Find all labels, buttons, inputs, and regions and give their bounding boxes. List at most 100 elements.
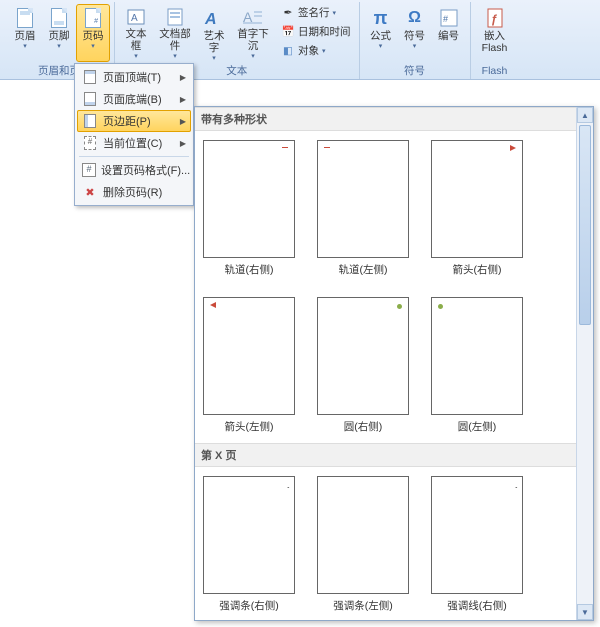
scroll-up-button[interactable]: ▲ xyxy=(577,107,593,123)
dropdown-arrow-icon: ▾ xyxy=(251,52,255,60)
menu-item-label: 删除页码(R) xyxy=(103,184,186,200)
dropcap-label: 首字下沉 xyxy=(233,28,273,52)
header-button[interactable]: 页眉 ▾ xyxy=(8,4,42,62)
menu-item-label: 页面顶端(T) xyxy=(103,69,173,85)
dropdown-arrow-icon: ▾ xyxy=(212,54,216,62)
menu-item-label: 当前位置(C) xyxy=(103,135,173,151)
gallery-caption: 强调线(右侧) xyxy=(447,598,507,613)
menu-item-side[interactable]: 页边距(P) ▶ xyxy=(77,110,191,132)
menu-item-label: 设置页码格式(F)... xyxy=(101,162,190,178)
dropdown-arrow-icon: ▾ xyxy=(413,42,417,50)
dropcap-button[interactable]: A 首字下沉 ▾ xyxy=(231,4,275,62)
gallery-thumb: ·· xyxy=(431,476,523,594)
gallery-item[interactable]: 箭头(右侧) xyxy=(429,137,525,280)
dropdown-arrow-icon: ▾ xyxy=(134,52,138,60)
menu-item-top[interactable]: 页面顶端(T)▶ xyxy=(77,66,191,88)
gallery-item[interactable]: 圆(左侧) xyxy=(429,294,525,437)
gallery-item[interactable]: ·· 强调线(右侧) xyxy=(429,473,525,616)
signature-line-button[interactable]: ✒ 签名行 ▾ xyxy=(277,4,355,21)
wordart-button[interactable]: A 艺术字 ▾ xyxy=(197,4,231,62)
page-number-icon: # xyxy=(83,8,103,28)
textbox-label: 文本框 xyxy=(121,28,151,52)
equation-button[interactable]: π 公式 ▾ xyxy=(364,4,398,62)
gallery-item[interactable]: 轨道(左侧) xyxy=(315,137,411,280)
object-icon: ◧ xyxy=(281,44,295,58)
symbol-label: 符号 xyxy=(404,30,425,42)
dropdown-arrow-icon: ▾ xyxy=(23,42,27,50)
gallery-item[interactable]: ··强调条(右侧) xyxy=(201,473,297,616)
menu-item-bot[interactable]: 页面底端(B)▶ xyxy=(77,88,191,110)
gallery-thumb xyxy=(317,476,409,594)
group-label-flash: Flash xyxy=(475,64,515,79)
gallery-item[interactable]: 强调条(左侧) xyxy=(315,473,411,616)
scroll-thumb[interactable] xyxy=(579,125,591,325)
symbol-icon: Ω xyxy=(405,8,425,28)
date-time-label: 日期和时间 xyxy=(298,24,351,39)
page-number-button[interactable]: # 页码 ▾ xyxy=(76,4,110,62)
gallery-caption: 轨道(左侧) xyxy=(339,262,388,277)
textbox-button[interactable]: A 文本框 ▾ xyxy=(119,4,153,62)
gallery-scroll[interactable]: 带有多种形状 轨道(右侧)轨道(左侧)箭头(右侧)箭头(左侧)圆(右侧)圆(左侧… xyxy=(195,107,576,620)
wordart-label: 艺术字 xyxy=(199,30,229,54)
gallery-thumb xyxy=(317,297,409,415)
number-icon: # xyxy=(439,8,459,28)
gallery-item[interactable]: 箭头(左侧) xyxy=(201,294,297,437)
gallery-thumb xyxy=(317,140,409,258)
menu-item-label: 页边距(P) xyxy=(103,113,173,129)
del-icon: ✖ xyxy=(82,184,98,200)
signature-icon: ✒ xyxy=(281,6,295,20)
dropdown-arrow-icon: ▾ xyxy=(322,47,326,55)
flash-button[interactable]: ƒ 嵌入 Flash xyxy=(475,4,515,62)
bot-icon xyxy=(82,91,98,107)
menu-item-del[interactable]: ✖ 删除页码(R) xyxy=(77,181,191,203)
cur-icon: # xyxy=(82,135,98,151)
gallery-caption: 圆(右侧) xyxy=(344,419,383,434)
gallery-caption: 箭头(左侧) xyxy=(225,419,274,434)
gallery-caption: 箭头(右侧) xyxy=(453,262,502,277)
flash-icon: ƒ xyxy=(485,8,505,28)
parts-icon xyxy=(165,8,185,26)
page-number-menu: 页面顶端(T)▶页面底端(B)▶页边距(P) ▶ # 当前位置(C) ▶ #设置页码格式(… xyxy=(74,63,194,206)
footer-label: 页脚 xyxy=(49,30,70,42)
date-time-button[interactable]: 📅 日期和时间 xyxy=(277,23,355,40)
menu-item-cur[interactable]: #当前位置(C)▶ xyxy=(77,132,191,154)
group-flash: ƒ 嵌入 Flash Flash xyxy=(471,2,519,79)
gallery-thumb xyxy=(203,140,295,258)
wordart-icon: A xyxy=(204,8,224,28)
scrollbar[interactable]: ▲ ▼ xyxy=(576,107,593,620)
side-icon xyxy=(82,113,98,129)
parts-label: 文档部件 xyxy=(155,28,195,52)
equation-icon: π xyxy=(371,8,391,28)
gallery-thumb: ·· xyxy=(203,476,295,594)
submenu-arrow-icon: ▶ xyxy=(180,117,186,126)
dropdown-arrow-icon: ▾ xyxy=(333,9,337,17)
signature-label: 签名行 xyxy=(298,5,330,20)
gallery-caption: 轨道(右侧) xyxy=(225,262,274,277)
number-button[interactable]: # 编号 xyxy=(432,4,466,62)
scroll-down-button[interactable]: ▼ xyxy=(577,604,593,620)
gallery-section-pagex: 第 X 页 xyxy=(195,443,576,467)
dropdown-arrow-icon: ▾ xyxy=(57,42,61,50)
menu-item-label: 页面底端(B) xyxy=(103,91,173,107)
svg-text:ƒ: ƒ xyxy=(491,12,498,26)
symbol-button[interactable]: Ω 符号 ▾ xyxy=(398,4,432,62)
group-symbols: π 公式 ▾ Ω 符号 ▾ # 编号 符号 xyxy=(360,2,471,79)
gallery-caption: 圆(左侧) xyxy=(458,419,497,434)
object-button[interactable]: ◧ 对象 ▾ xyxy=(277,42,355,59)
group-label-symbols: 符号 xyxy=(364,62,466,80)
footer-button[interactable]: 页脚 ▾ xyxy=(42,4,76,62)
gallery-item[interactable]: 轨道(右侧) xyxy=(201,137,297,280)
page-margin-gallery: 带有多种形状 轨道(右侧)轨道(左侧)箭头(右侧)箭头(左侧)圆(右侧)圆(左侧… xyxy=(194,106,594,621)
gallery-thumb xyxy=(203,297,295,415)
header-label: 页眉 xyxy=(15,30,36,42)
parts-button[interactable]: 文档部件 ▾ xyxy=(153,4,197,62)
header-icon xyxy=(15,8,35,28)
flash-label: 嵌入 Flash xyxy=(482,30,508,54)
dropcap-icon: A xyxy=(243,8,263,26)
gallery-thumb xyxy=(431,140,523,258)
menu-item-fmt[interactable]: #设置页码格式(F)... xyxy=(77,159,191,181)
top-icon xyxy=(82,69,98,85)
object-label: 对象 xyxy=(298,43,319,58)
gallery-item[interactable]: 圆(右侧) xyxy=(315,294,411,437)
svg-text:#: # xyxy=(443,14,448,24)
